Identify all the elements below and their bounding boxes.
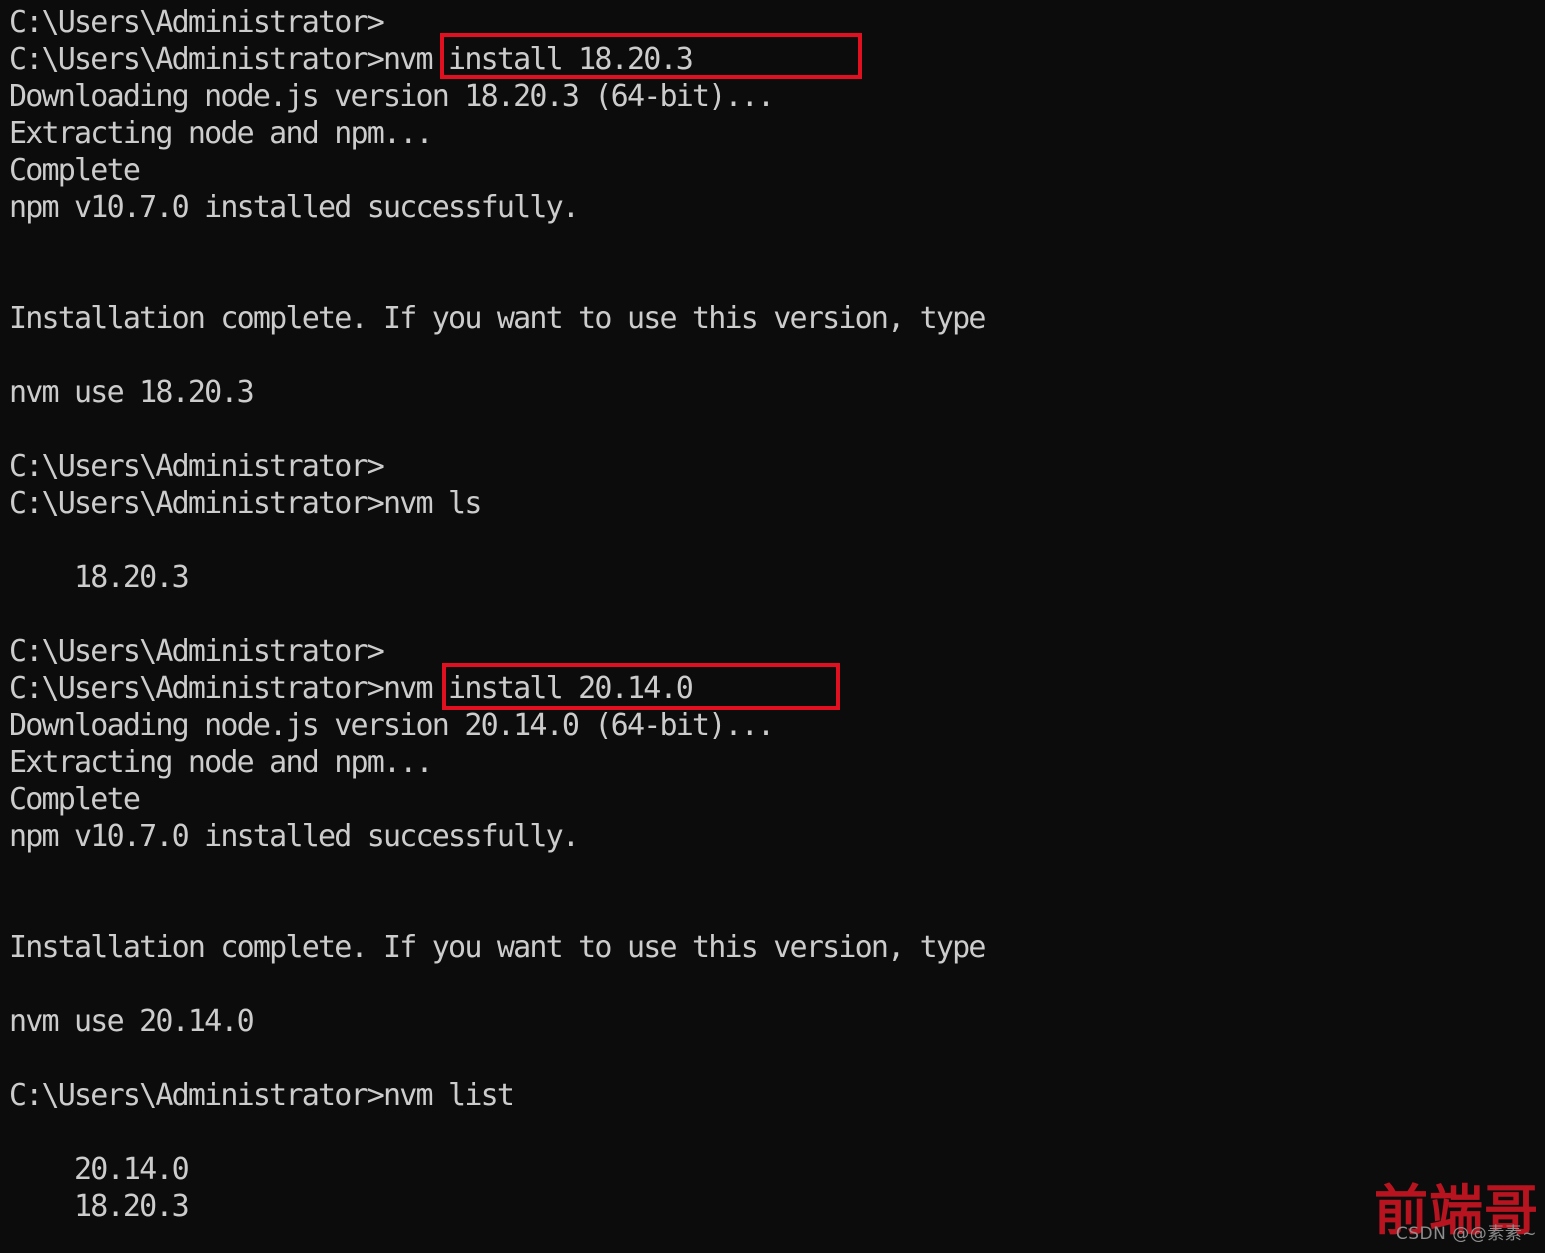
console-output-text: C:\Users\Administrator> C:\Users\Adminis… <box>9 5 987 1224</box>
watermark: 前端哥 CSDN @@素素~ <box>1333 1183 1543 1253</box>
terminal-window[interactable]: C:\Users\Administrator> C:\Users\Adminis… <box>0 0 1545 1253</box>
watermark-sub-text: CSDN @@素素~ <box>1395 1224 1537 1244</box>
